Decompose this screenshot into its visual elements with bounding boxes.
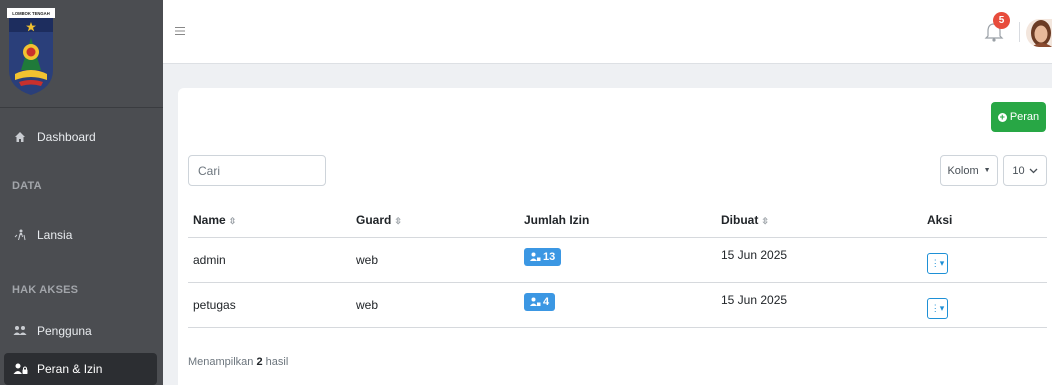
sidebar-item-label: Lansia [37,228,73,242]
permission-count: 13 [543,250,556,263]
cell-name: admin [188,237,351,283]
results-summary: Menampilkan 2 hasil [188,356,288,368]
sort-icon: ⇳ [394,216,402,227]
sidebar-section-data: DATA [12,180,42,192]
caret-down-icon: ▼ [983,167,991,174]
logo-area: LOMBOK TENGAH [0,0,163,108]
sidebar-item-pengguna[interactable]: Pengguna [0,315,163,347]
user-avatar[interactable] [1026,19,1052,47]
roles-table: Name ⇳ Guard ⇳ Jumlah Izin Dibuat ⇳ Aksi ad… [188,204,1047,328]
page-size-select[interactable]: 10 [1003,155,1047,186]
svg-text:LOMBOK TENGAH: LOMBOK TENGAH [12,11,49,16]
header-guard-label: Guard [356,213,392,228]
cell-guard: web [351,237,519,283]
sort-icon: ⇳ [228,216,237,227]
cell-izin: 13 [519,237,716,283]
header-name-label: Name [193,213,226,228]
user-lock-icon [12,361,28,377]
hamburger-menu-icon[interactable] [175,26,185,36]
summary-prefix: Menampilkan [188,356,254,368]
regency-logo[interactable]: LOMBOK TENGAH [7,8,55,96]
sidebar-item-lansia[interactable]: Lansia [0,219,163,251]
header-name[interactable]: Name ⇳ [188,204,351,238]
cell-guard: web [351,282,519,328]
top-navbar: 5 [163,0,1052,64]
cell-aksi: ⋮▾ [922,282,1047,328]
plus-circle-icon: + [997,111,1007,122]
columns-label: Kolom [947,164,979,177]
permission-count-badge[interactable]: 4 [524,292,556,311]
header-dibuat-label: Dibuat [721,213,759,228]
header-aksi: Aksi [922,204,1047,238]
user-lock-icon [530,297,541,306]
search-input[interactable] [188,155,326,186]
sidebar-item-label: Peran & Izin [37,362,103,376]
header-guard[interactable]: Guard ⇳ [351,204,519,238]
cell-dibuat: 15 Jun 2025 [716,237,922,283]
users-icon [12,323,28,339]
sidebar-item-label: Dashboard [37,130,96,144]
row-actions-button[interactable]: ⋮▾ [927,298,948,319]
sidebar-section-hak-akses: HAK AKSES [12,284,79,296]
sidebar-item-dashboard[interactable]: Dashboard [0,121,163,153]
cell-izin: 4 [519,282,716,328]
header-izin-label: Jumlah Izin [524,213,590,228]
cell-aksi: ⋮▾ [922,237,1047,283]
topbar-divider [1019,22,1020,42]
sidebar: LOMBOK TENGAH Dashboard DATA Lansia HAK … [0,0,163,385]
header-aksi-label: Aksi [927,213,953,228]
cell-dibuat: 15 Jun 2025 [716,282,922,328]
sidebar-item-label: Pengguna [37,324,92,338]
header-izin: Jumlah Izin [519,204,716,238]
cell-name: petugas [188,282,351,328]
sort-icon: ⇳ [761,216,769,227]
permission-count: 4 [543,295,550,308]
chevron-down-icon [1029,168,1038,173]
sidebar-item-peran-izin[interactable]: Peran & Izin [4,353,157,385]
row-actions-button[interactable]: ⋮▾ [927,253,948,274]
home-icon [12,129,28,145]
notification-badge: 5 [993,12,1010,29]
elderly-icon [12,227,28,243]
header-dibuat[interactable]: Dibuat ⇳ [716,204,922,238]
summary-suffix: hasil [265,356,289,368]
columns-dropdown-button[interactable]: Kolom ▼ [940,155,998,186]
add-role-label: Peran [1009,111,1040,123]
add-role-button[interactable]: + Peran [991,102,1046,132]
roles-card: + Peran Kolom ▼ 10 Name⇳ Guard⇳ Jumlah I… [178,88,1052,385]
permission-count-badge[interactable]: 13 [524,247,562,266]
user-lock-icon [530,252,541,261]
table-header-row: Name ⇳ Guard ⇳ Jumlah Izin Dibuat ⇳ Aksi [188,204,1047,238]
table-row: petugas web 4 15 Jun 2025 ⋮▾ [188,282,1047,328]
page-size-value: 10 [1012,164,1025,177]
summary-count: 2 [256,356,263,368]
table-row: admin web 13 15 Jun 2025 ⋮▾ [188,237,1047,283]
